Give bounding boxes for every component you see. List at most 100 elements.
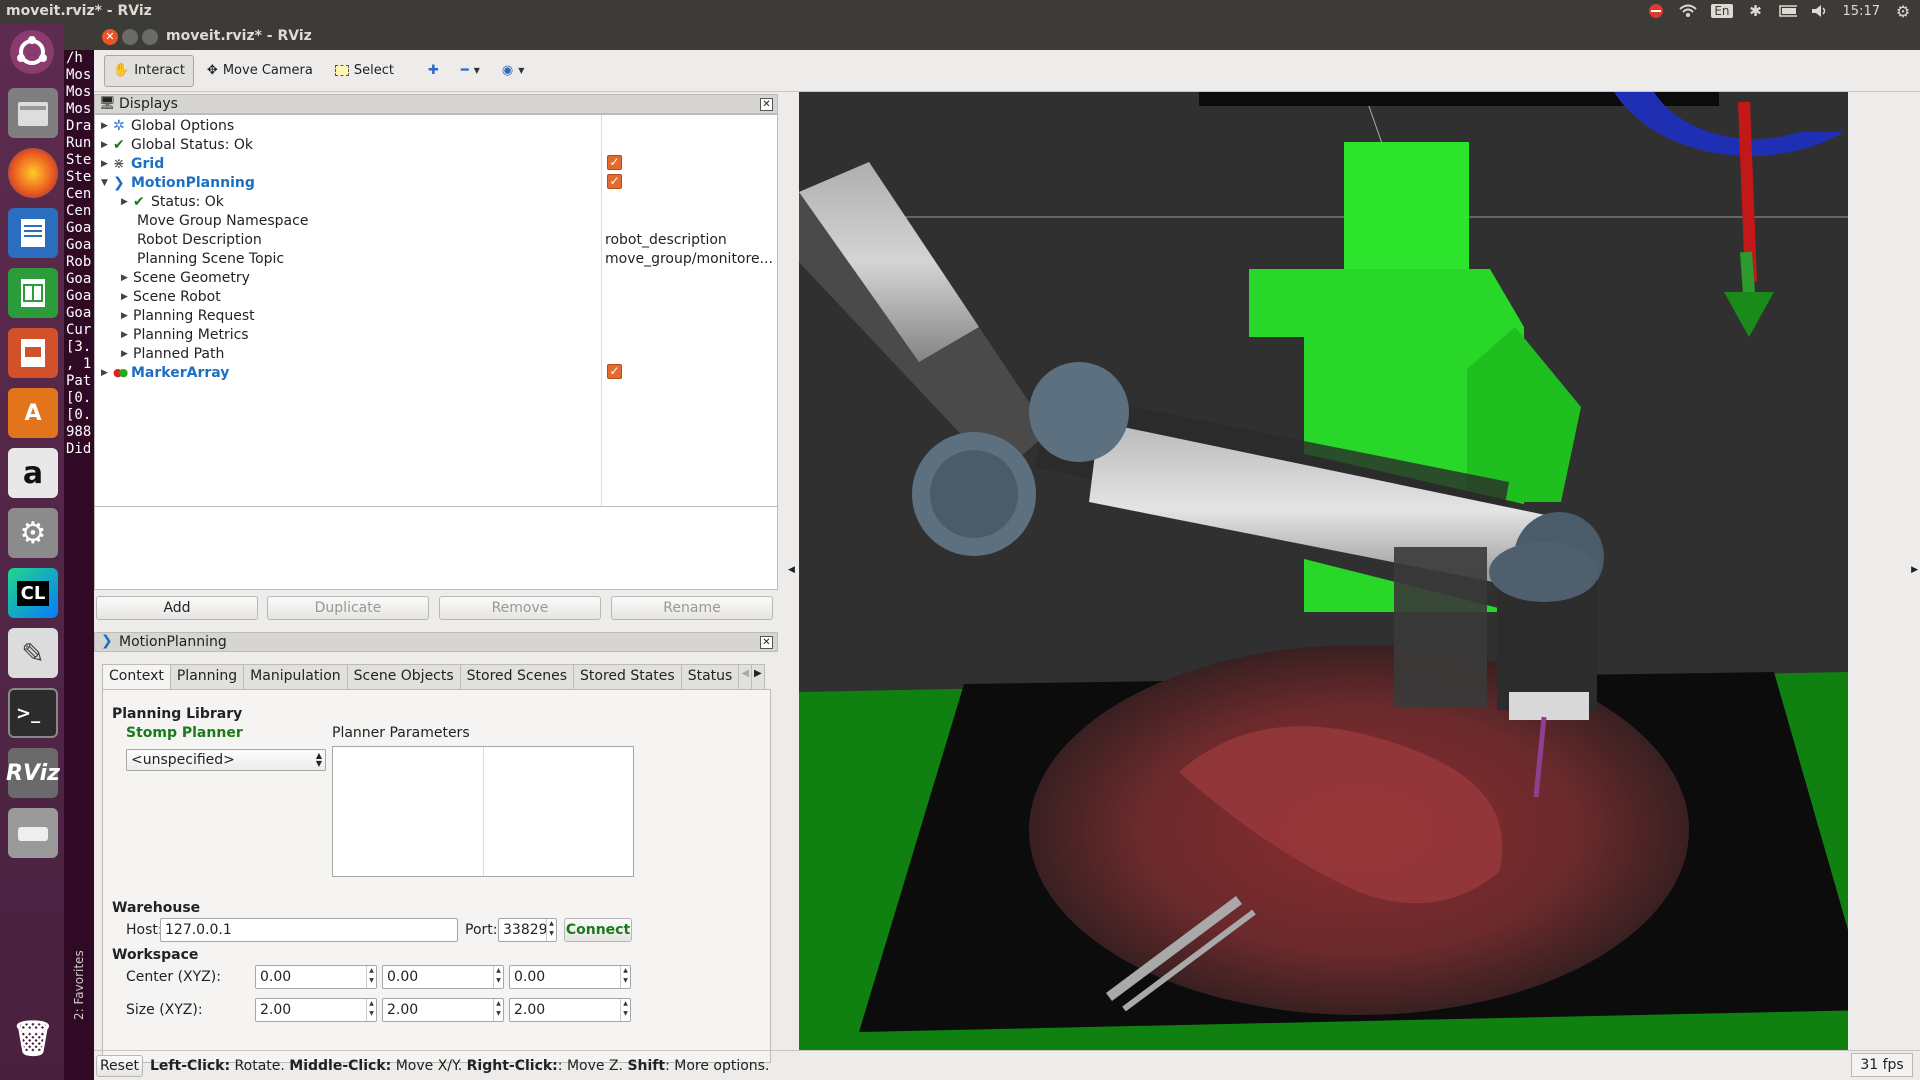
tree-item-planning-scene-topic[interactable]: Planning Scene Topic [137, 249, 284, 268]
robot-description-value[interactable]: robot_description [605, 230, 727, 249]
close-panel-button[interactable]: ✕ [760, 636, 773, 649]
maximize-window-button[interactable] [142, 29, 158, 45]
tab-stored-scenes[interactable]: Stored Scenes [459, 664, 574, 690]
center-z-spinbox[interactable]: 0.00 ▲ ▼ [509, 965, 631, 989]
tree-item-robot-description[interactable]: Robot Description [137, 230, 262, 249]
expand-arrow-icon[interactable]: ▶ [121, 273, 133, 283]
wifi-icon[interactable] [1679, 3, 1698, 19]
spin-arrows-icon[interactable]: ▲ ▼ [493, 966, 503, 988]
tab-context[interactable]: Context [102, 664, 171, 690]
files-icon[interactable] [8, 88, 58, 138]
system-settings-icon[interactable]: ⚙ [8, 508, 58, 558]
volume-icon[interactable] [1811, 3, 1829, 19]
expand-arrow-icon[interactable]: ▶ [121, 330, 133, 340]
collapse-arrow-icon[interactable]: ▼ [101, 178, 113, 188]
clion-icon[interactable]: CL [8, 568, 58, 618]
move-camera-tool-button[interactable]: ✥ Move Camera [198, 55, 322, 87]
tree-item-global-options[interactable]: ▶ ✲ Global Options [101, 116, 234, 135]
add-tool-button[interactable]: ✚ [419, 55, 448, 87]
spin-arrows-icon[interactable]: ▲ ▼ [366, 999, 376, 1021]
select-tool-button[interactable]: Select [326, 55, 403, 87]
host-input[interactable]: 127.0.0.1 [160, 918, 458, 942]
rename-display-button[interactable]: Rename [611, 596, 773, 620]
text-editor-icon[interactable]: ✎ [8, 628, 58, 678]
terminal-icon[interactable]: >_ [8, 688, 58, 738]
tab-stored-states[interactable]: Stored States [573, 664, 682, 690]
trash-icon[interactable]: 🗑 [8, 1014, 58, 1064]
center-y-spinbox[interactable]: 0.00 ▲ ▼ [382, 965, 504, 989]
amazon-icon[interactable]: a [8, 448, 58, 498]
tree-item-status[interactable]: ▶ ✔ Status: Ok [121, 192, 224, 211]
tab-scroll-left-button[interactable]: ◀ [738, 664, 753, 690]
keyboard-layout-indicator[interactable]: En [1711, 4, 1733, 18]
motion-planning-enabled-checkbox[interactable]: ✓ [607, 174, 622, 189]
close-panel-button[interactable]: ✕ [760, 98, 773, 111]
planning-scene-topic-value[interactable]: move_group/monitore... [605, 249, 773, 268]
ubuntu-dash-icon[interactable] [10, 30, 54, 74]
firefox-icon[interactable] [8, 148, 58, 198]
duplicate-display-button[interactable]: Duplicate [267, 596, 429, 620]
expand-arrow-icon[interactable]: ▶ [101, 140, 113, 150]
drive-icon[interactable] [8, 808, 58, 858]
calc-icon[interactable] [8, 268, 58, 318]
tab-manipulation[interactable]: Manipulation [243, 664, 348, 690]
size-y-spinbox[interactable]: 2.00 ▲ ▼ [382, 998, 504, 1022]
spin-arrows-icon[interactable]: ▲ ▼ [493, 999, 503, 1021]
expand-arrow-icon[interactable]: ▶ [101, 159, 113, 169]
reset-button[interactable]: Reset [96, 1055, 143, 1077]
minimize-window-button[interactable] [122, 29, 138, 45]
settings-gear-icon[interactable]: ⚙ [1894, 2, 1912, 21]
tree-item-planning-request[interactable]: ▶ Planning Request [121, 306, 255, 325]
tab-scene-objects[interactable]: Scene Objects [346, 664, 461, 690]
tree-item-marker-array[interactable]: ▶ ●● MarkerArray [101, 363, 229, 382]
expand-arrow-icon[interactable]: ▶ [121, 311, 133, 321]
planner-select[interactable]: <unspecified> ▲ ▼ [126, 749, 326, 771]
remove-display-button[interactable]: Remove [439, 596, 601, 620]
grid-enabled-checkbox[interactable]: ✓ [607, 155, 622, 170]
view-tool-button[interactable]: ◉ ▼ [493, 55, 534, 87]
tree-item-scene-robot[interactable]: ▶ Scene Robot [121, 287, 221, 306]
expand-arrow-icon[interactable]: ▶ [101, 368, 113, 378]
writer-icon[interactable] [8, 208, 58, 258]
tab-status[interactable]: Status [680, 664, 740, 690]
spin-arrows-icon[interactable]: ▲ ▼ [546, 919, 556, 941]
center-x-spinbox[interactable]: 0.00 ▲ ▼ [255, 965, 377, 989]
tree-item-planning-metrics[interactable]: ▶ Planning Metrics [121, 325, 249, 344]
bluetooth-icon[interactable]: ✱ [1747, 2, 1765, 20]
splitter-collapse-left-icon[interactable]: ◀ [788, 565, 795, 575]
tree-item-motion-planning[interactable]: ▼ ❯ MotionPlanning [101, 173, 255, 192]
rviz-icon[interactable]: RViz [6, 748, 60, 798]
close-window-button[interactable]: ✕ [102, 29, 118, 45]
expand-arrow-icon[interactable]: ▶ [121, 292, 133, 302]
expand-arrow-icon[interactable]: ▶ [121, 349, 133, 359]
tree-item-move-group-namespace[interactable]: Move Group Namespace [137, 211, 308, 230]
spin-arrows-icon[interactable]: ▲ ▼ [366, 966, 376, 988]
interact-tool-button[interactable]: ✋ Interact [104, 54, 194, 87]
planner-parameters-table[interactable] [332, 746, 634, 877]
tree-item-global-status[interactable]: ▶ ✔ Global Status: Ok [101, 135, 253, 154]
impress-icon[interactable] [8, 328, 58, 378]
spin-arrows-icon[interactable]: ▲ ▼ [620, 999, 630, 1021]
expand-arrow-icon[interactable]: ▶ [101, 121, 113, 131]
size-z-spinbox[interactable]: 2.00 ▲ ▼ [509, 998, 631, 1022]
tree-item-scene-geometry[interactable]: ▶ Scene Geometry [121, 268, 250, 287]
remove-tool-button[interactable]: ━ ▼ [452, 55, 489, 87]
software-center-icon[interactable]: A [8, 388, 58, 438]
expand-arrow-icon[interactable]: ▶ [121, 197, 133, 207]
clock[interactable]: 15:17 [1843, 4, 1880, 19]
tab-scroll-right-button[interactable]: ▶ [751, 664, 765, 690]
battery-icon[interactable] [1778, 3, 1797, 19]
favorites-tab[interactable]: 2: Favorites [64, 940, 94, 1020]
marker-array-enabled-checkbox[interactable]: ✓ [607, 364, 622, 379]
tree-item-planned-path[interactable]: ▶ Planned Path [121, 344, 224, 363]
tree-item-grid[interactable]: ▶ ⋇ Grid [101, 154, 164, 173]
size-x-spinbox[interactable]: 2.00 ▲ ▼ [255, 998, 377, 1022]
do-not-disturb-icon[interactable] [1647, 3, 1665, 19]
connect-button[interactable]: Connect [564, 918, 632, 942]
add-display-button[interactable]: Add [96, 596, 258, 620]
tab-planning[interactable]: Planning [169, 664, 245, 690]
3d-render-viewport[interactable] [799, 92, 1848, 1050]
port-spinbox[interactable]: 33829 ▲ ▼ [498, 918, 557, 942]
splitter-expand-right-icon[interactable]: ▶ [1911, 565, 1918, 575]
spin-arrows-icon[interactable]: ▲ ▼ [620, 966, 630, 988]
